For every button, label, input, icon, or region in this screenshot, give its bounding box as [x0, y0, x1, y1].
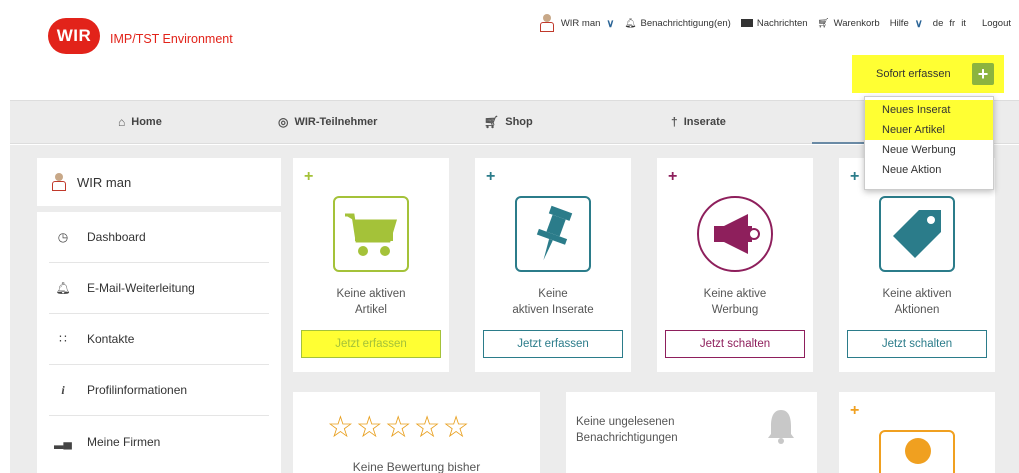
- add-profile-plus[interactable]: +: [850, 402, 859, 420]
- megaphone-icon: [697, 196, 773, 272]
- sidebar-item-profil[interactable]: i Profilinformationen: [49, 365, 269, 416]
- sidebar-user-name: WIR man: [77, 174, 132, 190]
- notifications-card: Keine ungelesenen Benachrichtigungen: [566, 392, 817, 473]
- sidebar-item-email[interactable]: 🔔︎ E-Mail-Weiterleitung: [49, 263, 269, 314]
- sofort-erfassen-button[interactable]: Sofort erfassen +: [852, 55, 1004, 93]
- chevron-down-icon: ∨: [914, 17, 923, 30]
- star-rating: ☆☆☆☆☆: [327, 411, 472, 444]
- environment-title: IMP/TST Environment: [110, 32, 233, 46]
- language-switch: de fr it: [933, 18, 972, 29]
- messages-label: Nachrichten: [756, 17, 808, 29]
- home-icon: ⌂: [118, 115, 126, 129]
- rating-card: ☆☆☆☆☆ Keine Bewertung bisher: [293, 392, 540, 473]
- sidebar-item-label: Dashboard: [87, 230, 146, 244]
- tag-icon: [879, 196, 955, 272]
- sidebar-item-label: E-Mail-Weiterleitung: [87, 281, 195, 295]
- add-inserat-plus[interactable]: +: [486, 168, 495, 186]
- add-artikel-plus[interactable]: +: [304, 168, 313, 186]
- card-description: Keine aktive Werbung: [703, 288, 767, 316]
- nav-shop-label: Shop: [505, 116, 533, 128]
- nav-inserate-label: Inserate: [683, 116, 726, 128]
- add-werbung-plus[interactable]: +: [668, 168, 677, 186]
- card-description: Keine aktiven Artikel: [336, 288, 406, 316]
- bell-icon: 🔔︎: [624, 17, 637, 29]
- nav-wir-teilnehmer[interactable]: ◎ WIR-Teilnehmer: [278, 115, 377, 129]
- sidebar-user[interactable]: WIR man: [37, 158, 281, 206]
- nav-home[interactable]: ⌂ Home: [118, 115, 162, 129]
- top-navigation: WIR man ∨ 🔔︎ Benachrichtigung(en) Nachri…: [529, 14, 1011, 32]
- pin-icon: †: [671, 115, 678, 129]
- aktion-schalten-button[interactable]: Jetzt schalten: [847, 330, 987, 358]
- cart-link[interactable]: 🛒︎ Warenkorb: [818, 18, 880, 29]
- artikel-erfassen-button[interactable]: Jetzt erfassen: [301, 330, 441, 358]
- menu-item-neue-aktion[interactable]: Neue Aktion: [865, 160, 993, 180]
- sidebar-item-firmen[interactable]: ▂▄ Meine Firmen: [49, 416, 269, 467]
- profile-card: +: [839, 392, 995, 473]
- user-name: WIR man: [560, 17, 601, 29]
- card-description: Keine aktiven Inserate: [512, 288, 594, 316]
- sofort-erfassen-dropdown: Neues Inserat Neuer Artikel Neue Werbung…: [864, 96, 994, 190]
- notifications-label: Benachrichtigung(en): [640, 17, 731, 29]
- messages-link[interactable]: Nachrichten: [740, 17, 808, 29]
- nav-teilnehmer-label: WIR-Teilnehmer: [294, 116, 378, 128]
- person-icon: [879, 430, 955, 473]
- menu-item-neuer-artikel[interactable]: Neuer Artikel: [865, 120, 993, 140]
- help-menu[interactable]: Hilfe ∨: [890, 17, 923, 30]
- rating-text: Keine Bewertung bisher: [352, 460, 481, 473]
- lang-it[interactable]: it: [961, 18, 966, 29]
- shopping-cart-icon: [333, 196, 409, 272]
- pushpin-icon: [515, 196, 591, 272]
- werbung-schalten-button[interactable]: Jetzt schalten: [665, 330, 805, 358]
- notifications-text: Keine ungelesenen Benachrichtigungen: [576, 416, 678, 444]
- sidebar-item-label: Profilinformationen: [87, 383, 188, 397]
- menu-item-neues-inserat[interactable]: Neues Inserat: [865, 100, 993, 120]
- cart-icon: 🛒︎: [484, 115, 500, 129]
- avatar: [51, 173, 67, 191]
- map-marker-icon: ◎: [278, 115, 289, 129]
- cart-label: Warenkorb: [833, 17, 880, 29]
- chart-icon: ▂▄: [54, 434, 72, 449]
- nav-shop[interactable]: 🛒︎ Shop: [484, 115, 533, 129]
- basket-icon: 🛒︎: [817, 17, 830, 29]
- plus-icon[interactable]: +: [972, 63, 994, 85]
- nav-home-label: Home: [131, 116, 162, 128]
- card-werbung: + Keine aktive Werbung Jetzt schalten: [657, 158, 813, 372]
- notifications-link[interactable]: 🔔︎ Benachrichtigung(en): [624, 18, 730, 29]
- clock-icon: ◷: [57, 230, 69, 244]
- add-aktion-plus[interactable]: +: [850, 168, 859, 186]
- sidebar-menu: ◷ Dashboard 🔔︎ E-Mail-Weiterleitung ∷ Ko…: [37, 212, 281, 473]
- info-icon: i: [61, 382, 65, 397]
- bell-icon: 🔔︎: [55, 281, 71, 295]
- lang-de[interactable]: de: [933, 18, 944, 29]
- sidebar-item-kontakte[interactable]: ∷ Kontakte: [49, 314, 269, 365]
- envelope-icon: [740, 19, 753, 27]
- sidebar-item-label: Kontakte: [87, 332, 135, 346]
- wir-logo[interactable]: WIR: [48, 18, 100, 54]
- header: WIR IMP/TST Environment WIR man ∨ 🔔︎ Ben…: [0, 0, 1019, 100]
- avatar: [539, 14, 555, 32]
- contacts-icon: ∷: [59, 332, 67, 346]
- sidebar-item-dashboard[interactable]: ◷ Dashboard: [49, 212, 269, 263]
- chevron-down-icon: ∨: [606, 17, 615, 30]
- logout-link[interactable]: Logout: [982, 18, 1011, 29]
- card-artikel: + Keine aktiven Artikel Jetzt erfassen: [293, 158, 449, 372]
- lang-fr[interactable]: fr: [949, 18, 955, 29]
- card-aktionen: + Keine aktiven Aktionen Jetzt schalten: [839, 158, 995, 372]
- help-label: Hilfe: [889, 17, 909, 29]
- sidebar-item-label: Meine Firmen: [87, 434, 161, 449]
- card-inserate: + Keine aktiven Inserate Jetzt erfassen: [475, 158, 631, 372]
- sofort-erfassen-label: Sofort erfassen: [876, 68, 951, 80]
- inserat-erfassen-button[interactable]: Jetzt erfassen: [483, 330, 623, 358]
- card-description: Keine aktiven Aktionen: [882, 288, 952, 316]
- nav-inserate[interactable]: † Inserate: [671, 115, 726, 129]
- bell-icon: [767, 408, 795, 444]
- user-menu[interactable]: WIR man ∨: [539, 14, 615, 32]
- menu-item-neue-werbung[interactable]: Neue Werbung: [865, 140, 993, 160]
- logout-label: Logout: [981, 17, 1011, 29]
